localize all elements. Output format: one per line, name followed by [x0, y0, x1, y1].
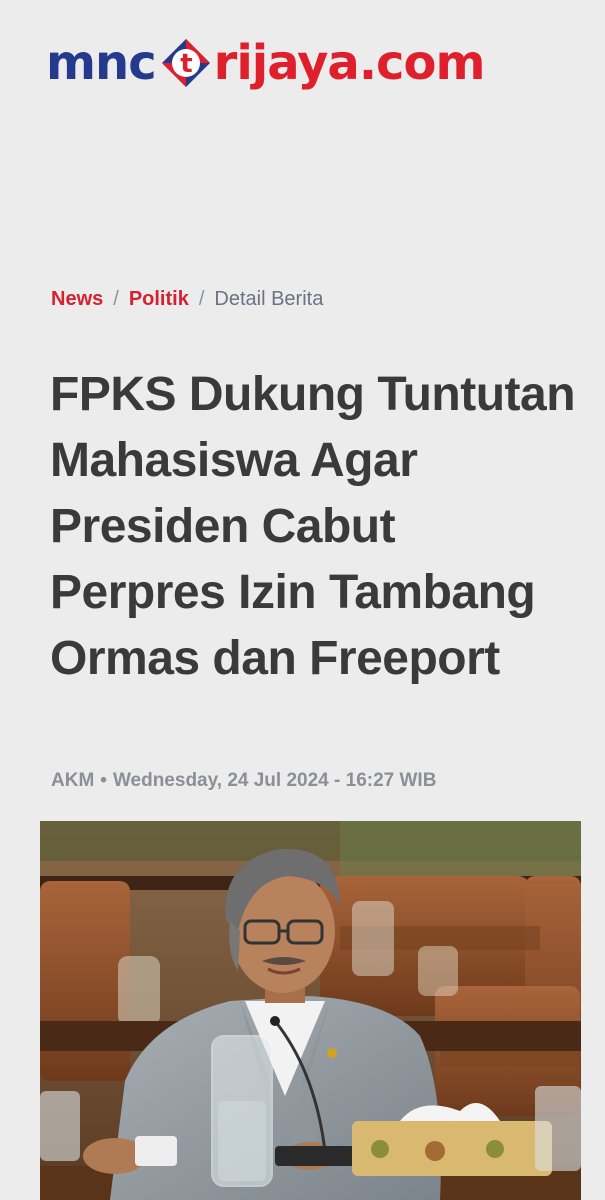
- news-photo-icon: [40, 821, 581, 1200]
- article-title: FPKS Dukung Tuntutan Mahasiswa Agar Pres…: [50, 368, 576, 685]
- breadcrumb-politik-link[interactable]: Politik: [129, 288, 189, 311]
- logo-text-rijaya: rijaya: [213, 35, 360, 91]
- breadcrumb-current: Detail Berita: [214, 288, 324, 310]
- article-date: Wednesday, 24 Jul 2024 - 16:27 WIB: [112, 770, 437, 791]
- logo-mark-letter: t: [180, 49, 192, 79]
- article-meta: AKM • Wednesday, 24 Jul 2024 - 16:27 WIB: [51, 770, 436, 792]
- breadcrumb-separator: /: [198, 288, 205, 310]
- article-photo[interactable]: [40, 821, 581, 1200]
- breadcrumb-separator: /: [113, 288, 119, 310]
- site-logo[interactable]: mnc t rijaya .com: [46, 28, 485, 98]
- logo-mark-icon: t: [160, 37, 212, 89]
- breadcrumb: News / Politik / Detail Berita: [51, 288, 323, 311]
- logo-text-com: .com: [358, 35, 486, 91]
- meta-separator: •: [100, 770, 107, 791]
- logo-text-mnc: mnc: [46, 35, 157, 91]
- article-author: AKM: [51, 770, 95, 791]
- breadcrumb-news-link[interactable]: News: [51, 288, 103, 311]
- article-page: mnc t rijaya .com News / Politik / Detai…: [0, 0, 605, 1200]
